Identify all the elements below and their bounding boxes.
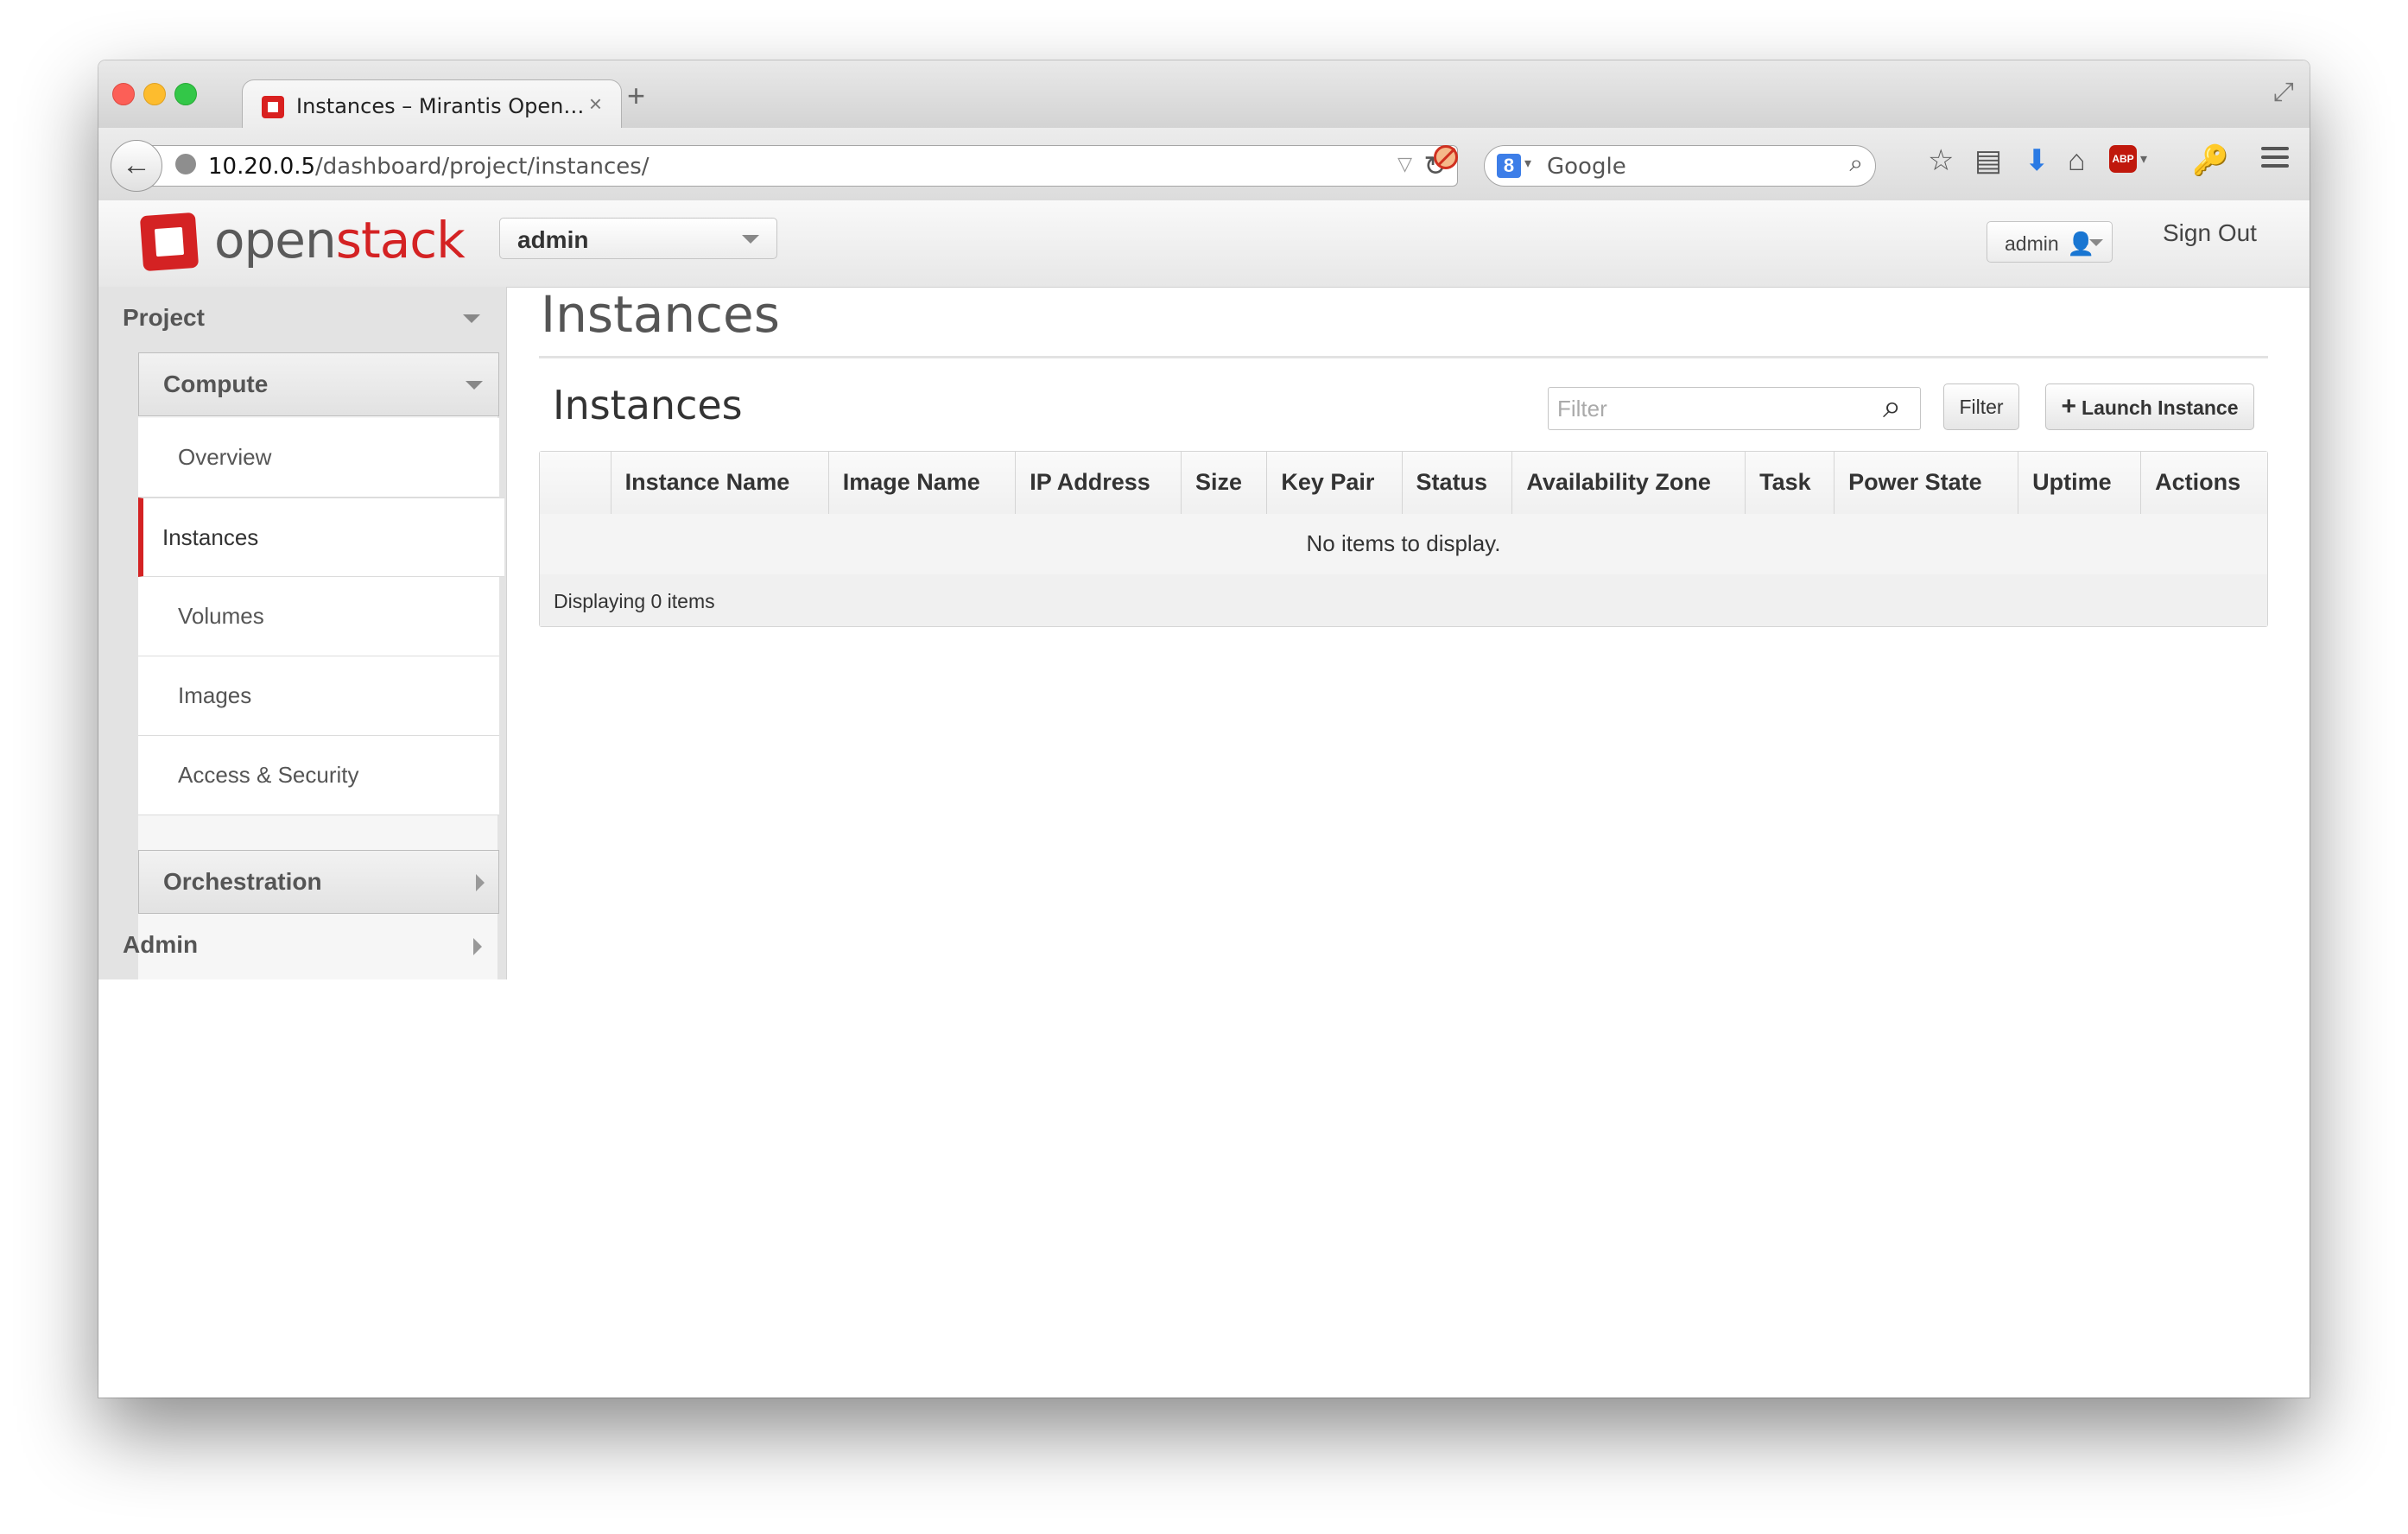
adblock-dropdown-icon[interactable]: ▾ [2140,150,2147,168]
user-menu[interactable]: admin 👤 [1987,221,2113,263]
search-icon[interactable]: ⌕ [1883,389,1901,426]
url-text[interactable]: 10.20.0.5/dashboard/project/instances/ [208,154,650,180]
tab-bar: Instances – Mirantis Open… × + ⤢ [98,60,2310,130]
home-icon[interactable]: ⌂ [2068,143,2086,178]
project-selector[interactable]: admin [499,218,777,259]
engine-dropdown-icon[interactable]: ▾ [1524,155,1531,172]
table-title: Instances [553,382,743,428]
chevron-down-icon [742,235,759,244]
openstack-favicon-icon [262,96,284,118]
google-engine-icon[interactable]: 8 [1497,154,1521,178]
column-header-uptime[interactable]: Uptime [2018,452,2140,514]
tab-title: Instances – Mirantis Open… [296,94,585,118]
user-name: admin [2005,232,2059,255]
page-title: Instances [541,285,780,344]
column-header-instance-name[interactable]: Instance Name [610,452,828,514]
column-header-status[interactable]: Status [1401,452,1512,514]
tab-close-icon[interactable]: × [589,91,602,117]
instances-table: Instance Name Image Name IP Address Size… [539,451,2268,627]
plus-icon: + [2061,392,2077,421]
globe-icon [175,154,196,174]
sidebar-section-admin[interactable]: Admin [98,914,506,979]
openstack-logo-icon[interactable] [139,212,200,272]
app-header: openstack admin admin 👤 Sign Out [98,200,2310,288]
column-header-key-pair[interactable]: Key Pair [1266,452,1401,514]
table-header: Instance Name Image Name IP Address Size… [540,452,2267,515]
column-header-power-state[interactable]: Power State [1834,452,2018,514]
sidebar-group-orchestration[interactable]: Orchestration [138,850,499,914]
chevron-down-icon [2089,239,2103,246]
chevron-right-icon [473,938,482,955]
sidebar-item-instances[interactable]: Instances [138,498,504,577]
sidebar-item-overview[interactable]: Overview [138,418,499,498]
search-icon[interactable]: ⌕ [1849,149,1863,178]
column-header-task[interactable]: Task [1745,452,1834,514]
sidebar-item-label: Access & Security [178,762,359,788]
sidebar-item-label: Images [178,682,252,708]
fullscreen-icon[interactable]: ⤢ [2273,78,2294,107]
new-tab-button[interactable]: + [627,78,645,114]
reading-list-icon[interactable]: ▤ [1974,143,2002,178]
table-footer: Displaying 0 items [540,574,2267,626]
noscript-icon[interactable] [1434,145,1458,169]
adblock-icon[interactable]: ABP [2109,145,2137,173]
title-divider [539,356,2268,358]
column-header-actions: Actions [2140,452,2266,514]
hamburger-menu-icon[interactable] [2261,147,2289,173]
browser-window: Instances – Mirantis Open… × + ⤢ 10.20.0… [98,60,2310,1398]
address-bar[interactable]: 10.20.0.5/dashboard/project/instances/ ▽… [150,145,1458,187]
back-button[interactable]: ← [111,140,162,192]
column-header-availability-zone[interactable]: Availability Zone [1511,452,1745,514]
sidebar-item-label: Overview [178,444,272,470]
column-header-ip-address[interactable]: IP Address [1015,452,1181,514]
sidebar-item-label: Instances [162,524,259,550]
sidebar-group-label: Compute [163,371,269,397]
sidebar-section-project[interactable]: Project [98,287,506,352]
launch-instance-button[interactable]: + Launch Instance [2045,384,2254,430]
filter-button[interactable]: Filter [1943,384,2019,430]
search-placeholder[interactable]: Google [1547,154,1626,180]
sidebar: Project Compute Overview Instances Volum… [98,287,507,979]
sidebar-item-volumes[interactable]: Volumes [138,577,499,656]
column-header-size[interactable]: Size [1180,452,1266,514]
url-history-dropdown-icon[interactable]: ▽ [1397,153,1412,175]
bookmark-star-icon[interactable]: ☆ [1928,143,1954,178]
filter-input[interactable] [1548,387,1921,430]
window-minimize-button[interactable] [143,83,166,105]
column-header-image-name[interactable]: Image Name [827,452,1016,514]
sidebar-item-label: Volumes [178,603,264,629]
sidebar-section-label: Admin [123,931,199,958]
sidebar-item-access-security[interactable]: Access & Security [138,736,499,815]
sign-out-link[interactable]: Sign Out [2163,219,2257,247]
chevron-down-icon [466,381,483,390]
back-arrow-icon: ← [122,149,151,181]
empty-table-message: No items to display. [540,514,2267,575]
project-selector-value: admin [517,226,589,253]
sidebar-group-label: Orchestration [163,868,322,895]
launch-instance-label: Launch Instance [2082,396,2239,419]
search-bar[interactable]: 8 ▾ Google ⌕ [1484,145,1876,187]
item-count: Displaying 0 items [554,590,715,612]
sidebar-section-label: Project [123,304,205,331]
openstack-logo-text[interactable]: openstack [214,211,466,269]
download-icon[interactable]: ⬇ [2025,143,2050,178]
sidebar-item-images[interactable]: Images [138,656,499,736]
window-zoom-button[interactable] [174,83,197,105]
key-icon[interactable]: 🔑 [2192,143,2228,178]
chevron-right-icon [476,874,485,891]
sidebar-group-compute[interactable]: Compute [138,352,499,416]
chevron-down-icon [463,314,480,323]
window-close-button[interactable] [112,83,135,105]
browser-tab[interactable]: Instances – Mirantis Open… × [242,79,622,130]
